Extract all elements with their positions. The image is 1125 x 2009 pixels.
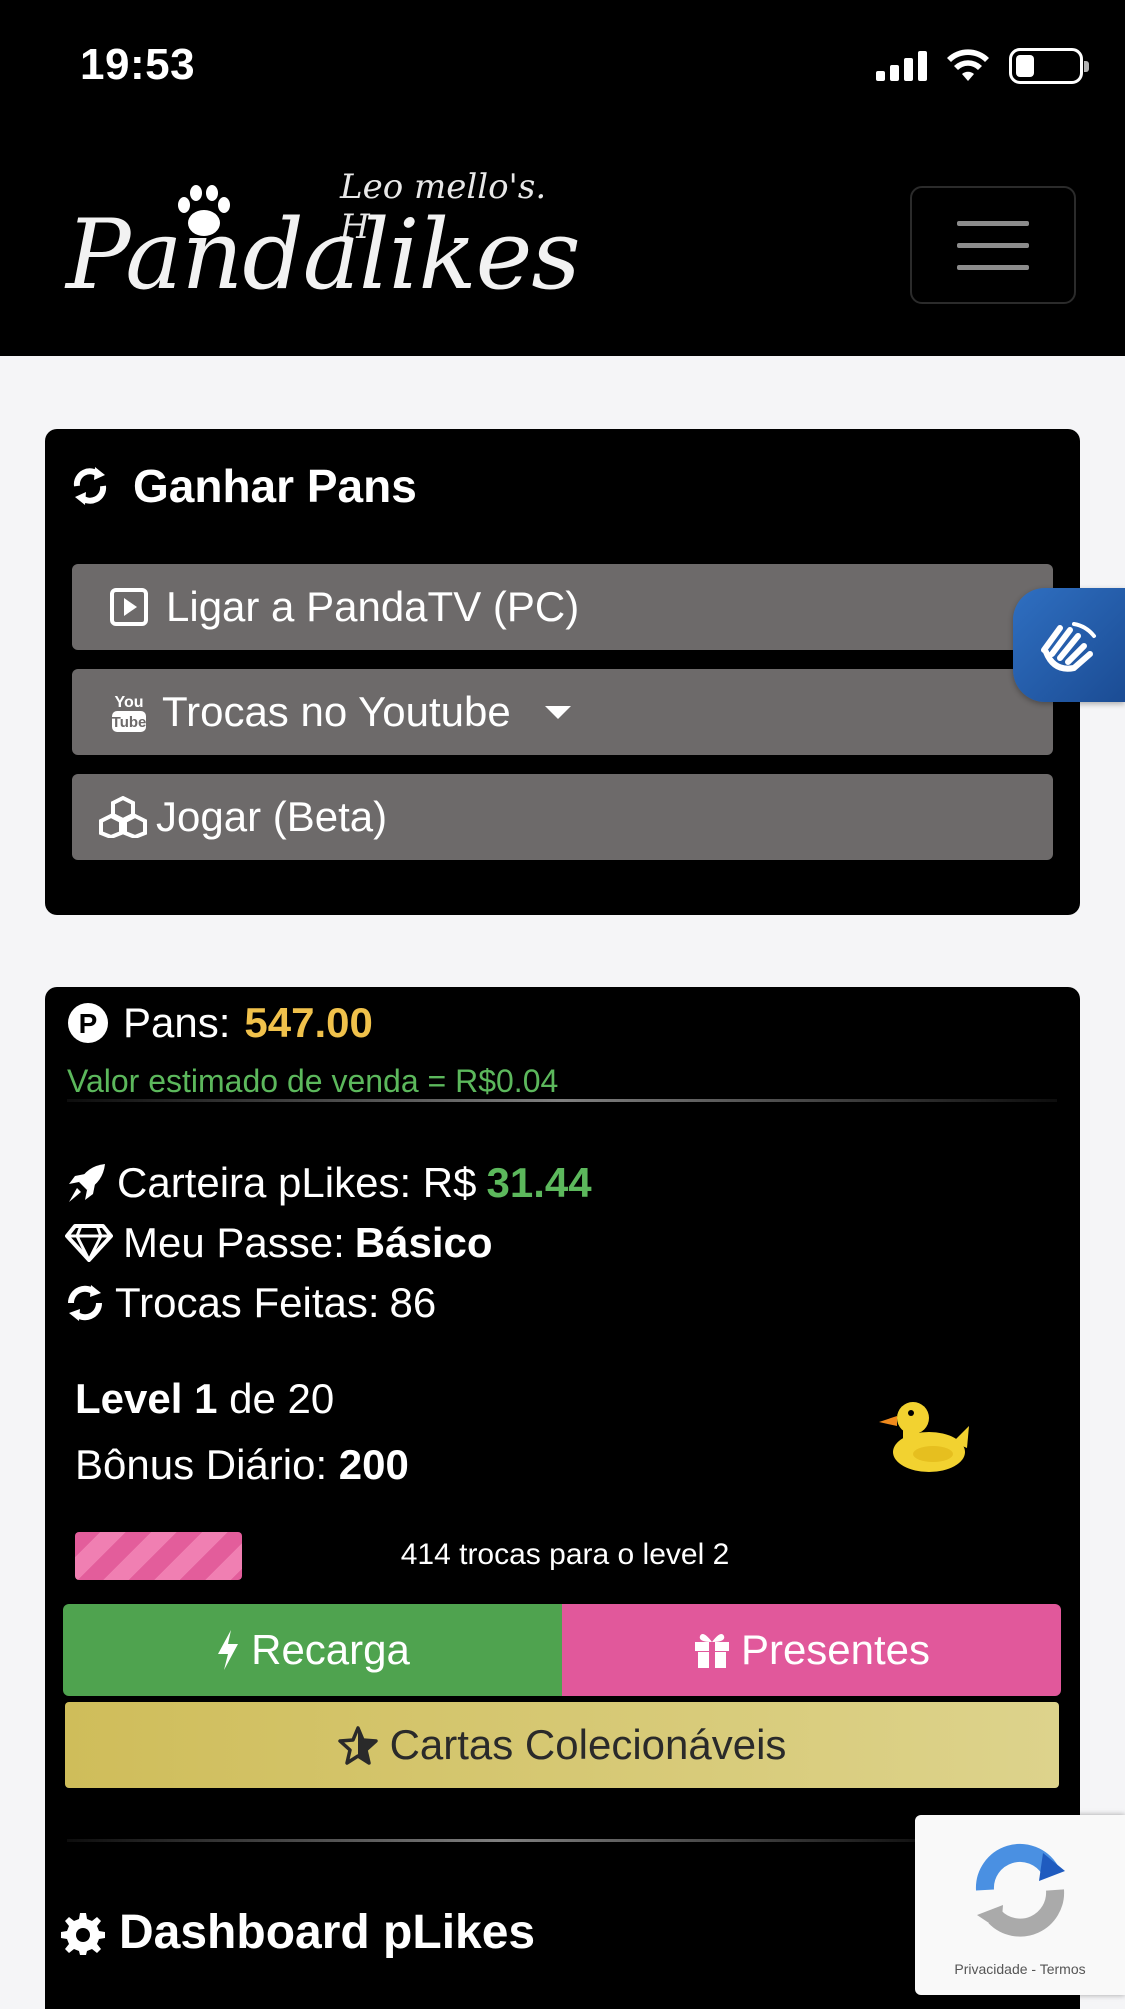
youtube-icon: You Tube: [102, 690, 156, 734]
gear-icon: [61, 1912, 105, 1955]
earn-pans-card: Ganhar Pans Ligar a PandaTV (PC) You Tub…: [45, 429, 1080, 915]
logo-wordmark: Pandalikes: [66, 199, 581, 311]
pans-label: Pans:: [123, 999, 231, 1046]
youtube-trades-dropdown[interactable]: You Tube Trocas no Youtube: [72, 669, 1053, 755]
pans-value: 547.00: [244, 999, 373, 1046]
level-rest: de 20: [229, 1375, 335, 1422]
presentes-button[interactable]: Presentes: [562, 1604, 1061, 1696]
pans-balance: P Pans: 547.00: [67, 999, 373, 1047]
bonus-label: Bônus Diário:: [75, 1441, 328, 1488]
accessibility-widget-button[interactable]: [1013, 588, 1125, 702]
pandalikes-logo[interactable]: Leo mello's. H Pandalikes: [62, 165, 582, 315]
bolt-icon: [218, 1630, 239, 1670]
card-title-text: Ganhar Pans: [133, 460, 417, 512]
carteira-row: Carteira pLikes: R$ 31.44: [65, 1159, 592, 1207]
level-progress: 414 trocas para o level 2: [75, 1532, 1055, 1582]
divider: [67, 1099, 1057, 1102]
hamburger-line: [957, 242, 1029, 248]
recaptcha-icon: [975, 1843, 1065, 1937]
diamond-icon: [65, 1224, 113, 1262]
hamburger-line: [957, 264, 1029, 270]
cartas-colecionaveis-button[interactable]: Cartas Colecionáveis: [65, 1702, 1059, 1788]
recarga-label: Recarga: [251, 1626, 410, 1673]
refresh-icon: [73, 467, 107, 505]
sync-icon: [67, 1285, 103, 1321]
estimated-sale-value: Valor estimado de venda = R$0.04: [67, 1063, 559, 1099]
sign-language-icon: [1041, 622, 1096, 672]
rocket-icon: [69, 1164, 105, 1202]
level-label: Level 1: [75, 1375, 218, 1422]
trocas-label: Trocas Feitas:: [115, 1279, 380, 1326]
svg-text:Tube: Tube: [112, 714, 147, 731]
star-icon: [337, 1726, 378, 1765]
passe-row: Meu Passe: Básico: [65, 1219, 493, 1267]
svg-text:P: P: [79, 1008, 98, 1039]
gift-icon: [694, 1634, 729, 1668]
paw-icon: [178, 185, 230, 236]
passe-label: Meu Passe:: [123, 1219, 345, 1266]
presentes-label: Presentes: [740, 1626, 931, 1673]
dashboard-title-text: Dashboard pLikes: [119, 1906, 536, 1959]
trocas-value: 86: [389, 1279, 437, 1326]
bonus-value: 200: [338, 1441, 409, 1488]
pandatv-label: Ligar a PandaTV (PC): [166, 583, 580, 630]
carteira-value: 31.44: [486, 1159, 592, 1206]
recaptcha-badge[interactable]: Privacidade - Termos: [915, 1815, 1125, 1995]
status-time: 19:53: [80, 40, 196, 89]
duck-level-avatar: [879, 1402, 969, 1472]
chevron-down-icon: [544, 705, 571, 719]
level-progress-text: 414 trocas para o level 2: [400, 1538, 730, 1571]
hamburger-menu-button[interactable]: [910, 186, 1076, 304]
play-beta-button[interactable]: Jogar (Beta): [72, 774, 1053, 860]
play-beta-label: Jogar (Beta): [156, 793, 388, 840]
status-icons: [876, 48, 1089, 84]
recarga-button[interactable]: Recarga: [63, 1604, 562, 1696]
recaptcha-links[interactable]: Privacidade - Termos: [915, 1961, 1125, 1977]
trocas-row: Trocas Feitas: 86: [65, 1279, 436, 1327]
daily-bonus: Bônus Diário: 200: [75, 1441, 409, 1489]
dashboard-title: Dashboard pLikes: [61, 1905, 535, 1960]
battery-icon: [1009, 48, 1089, 84]
pans-coin-icon: P: [68, 1003, 108, 1043]
wifi-icon: [947, 49, 989, 81]
svg-text:You: You: [114, 694, 143, 711]
passe-value: Básico: [354, 1219, 493, 1266]
cellular-signal-icon: [876, 51, 927, 81]
pandatv-button[interactable]: Ligar a PandaTV (PC): [72, 564, 1053, 650]
action-buttons-row: Recarga Presentes: [63, 1604, 1061, 1696]
level-info: Level 1 de 20: [75, 1375, 334, 1423]
earn-pans-title: Ganhar Pans: [69, 459, 417, 513]
cubes-icon: [96, 796, 150, 838]
carteira-label: Carteira pLikes: R$: [117, 1159, 477, 1206]
youtube-trades-label: Trocas no Youtube: [162, 688, 511, 735]
cartas-label: Cartas Colecionáveis: [389, 1721, 787, 1768]
play-square-icon: [102, 587, 156, 627]
top-header: 19:53 Leo mello's. H Pandalikes: [0, 0, 1125, 356]
hamburger-line: [957, 220, 1029, 226]
divider: [67, 1839, 937, 1842]
